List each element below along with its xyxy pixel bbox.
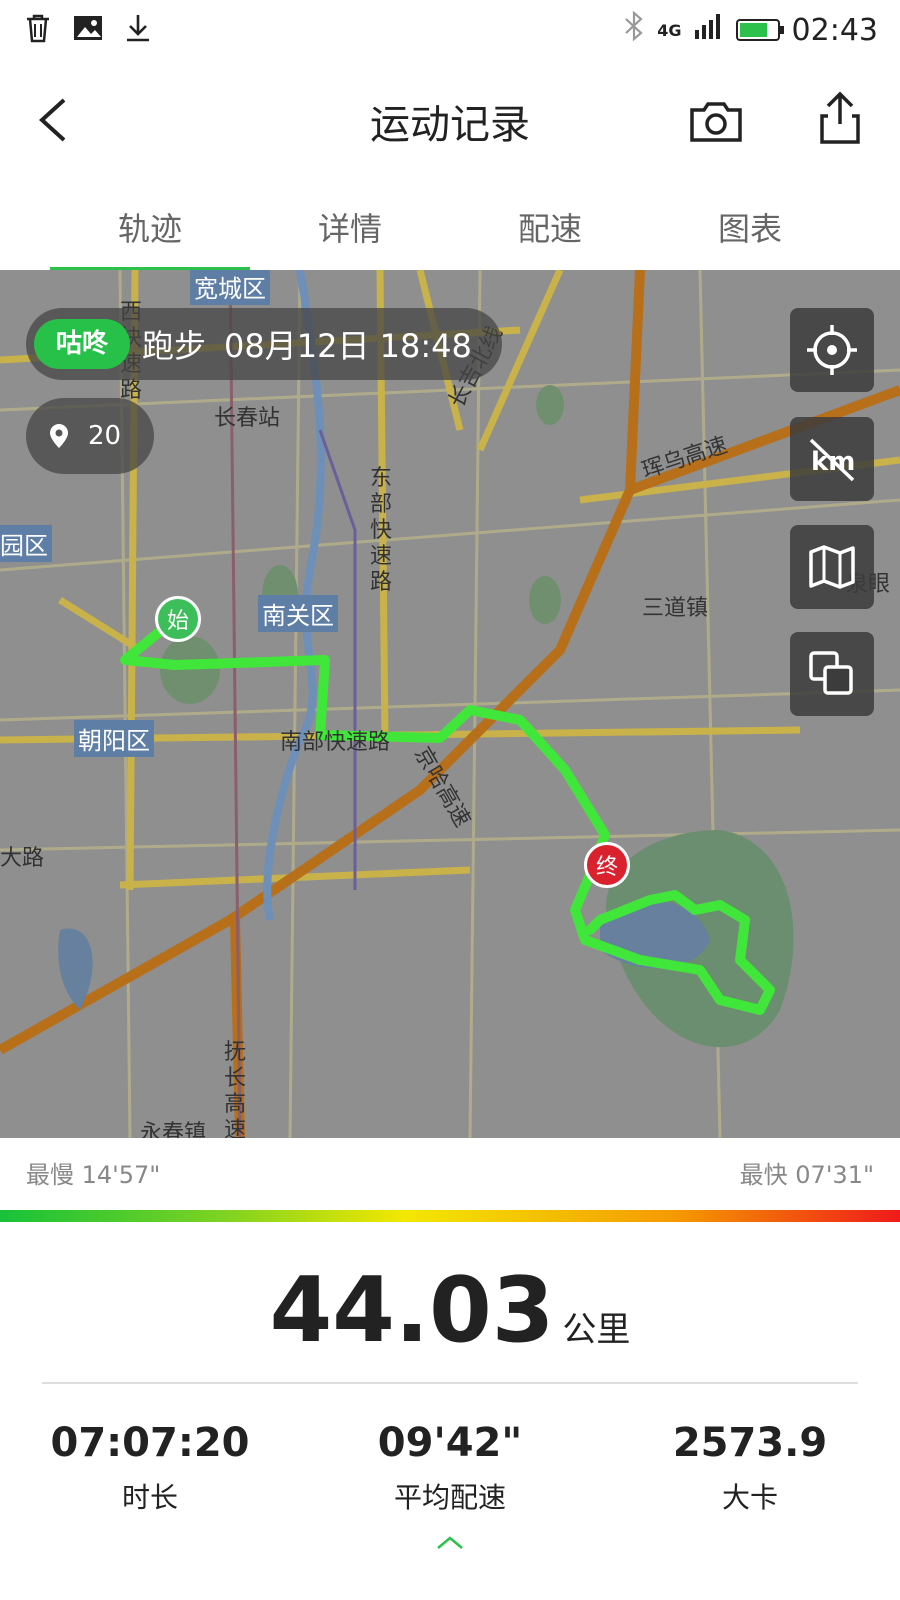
- page-title: 运动记录: [370, 102, 530, 148]
- layers-button[interactable]: [790, 632, 874, 716]
- distance-unit: 公里: [562, 1310, 631, 1350]
- distance-value: 44.03: [269, 1258, 555, 1363]
- app-badge: 咕咚: [34, 319, 131, 369]
- activity-datetime: 08月12日 18:48: [224, 327, 472, 365]
- tab-bar: 轨迹 详情 配速 图表: [0, 190, 900, 270]
- stat-calories: 2573.9 大卡: [600, 1420, 900, 1516]
- distance-summary: 44.03 公里: [0, 1258, 900, 1363]
- map-label-yongchun: 永春镇: [140, 1121, 207, 1138]
- title-bar: 运动记录: [0, 70, 900, 170]
- location-pin-icon: [50, 424, 68, 448]
- km-off-icon: km: [809, 438, 855, 482]
- pace-gradient-bar: [0, 1210, 900, 1222]
- calories-label: 大卡: [721, 1481, 778, 1514]
- map-label-changchun-station: 长春站: [214, 406, 281, 431]
- stat-duration: 07:07:20 时长: [0, 1420, 300, 1516]
- chevron-up-icon: [437, 1536, 463, 1549]
- image-icon: [72, 14, 104, 46]
- map-label-kuancheng: 宽城区: [190, 270, 270, 305]
- trash-icon: [24, 13, 52, 47]
- crosshair-icon: [807, 325, 857, 375]
- map-label-nanbu-kuaisu: 南部快速路: [280, 730, 391, 755]
- divider: [42, 1382, 858, 1384]
- back-arrow-icon: [39, 98, 66, 142]
- tab-pace[interactable]: 配速: [450, 190, 650, 270]
- battery-icon: [735, 19, 784, 41]
- share-button[interactable]: [810, 88, 870, 148]
- tab-charts[interactable]: 图表: [650, 190, 850, 270]
- activity-type: 跑步: [142, 327, 207, 365]
- end-marker[interactable]: 终: [584, 842, 630, 888]
- tab-track[interactable]: 轨迹: [50, 190, 250, 270]
- avg-pace-value: 09'42": [377, 1420, 523, 1466]
- stat-avg-pace: 09'42" 平均配速: [300, 1420, 600, 1516]
- bluetooth-icon: [623, 10, 645, 50]
- photo-count: 20: [88, 421, 122, 451]
- back-button[interactable]: [30, 90, 90, 150]
- clock: 02:43: [791, 12, 878, 48]
- map-label-chaoyang: 朝阳区: [74, 720, 154, 757]
- camera-icon: [690, 102, 742, 142]
- expand-button[interactable]: [430, 1530, 470, 1554]
- network-type: 4G: [657, 20, 682, 40]
- map-label-dongbu-kuaisu: 东部快速路: [370, 466, 393, 595]
- duration-value: 07:07:20: [50, 1420, 250, 1466]
- layers-icon: [809, 651, 853, 695]
- map-label-sandao: 三道镇: [642, 596, 709, 621]
- map-icon: [809, 545, 855, 589]
- avg-pace-label: 平均配速: [393, 1481, 506, 1514]
- km-markers-toggle[interactable]: km: [790, 417, 874, 501]
- map-label-dalu: 大路: [0, 846, 45, 871]
- slowest-pace: 最慢 14'57": [26, 1161, 161, 1189]
- tab-details[interactable]: 详情: [250, 190, 450, 270]
- map-label-luyuan: 绿园区: [0, 525, 52, 562]
- calories-value: 2573.9: [672, 1420, 828, 1466]
- map-style-button[interactable]: [790, 525, 874, 609]
- download-icon: [124, 13, 152, 47]
- start-marker[interactable]: 始: [155, 596, 201, 642]
- fastest-pace: 最快 07'31": [739, 1161, 874, 1189]
- activity-badge: 咕咚 跑步 08月12日 18:48: [26, 308, 502, 380]
- map-label-nanguan: 南关区: [258, 595, 338, 632]
- pace-legend: 最慢 14'57" 最快 07'31": [0, 1155, 900, 1195]
- locate-button[interactable]: [790, 308, 874, 392]
- share-icon: [820, 91, 860, 144]
- map-label-fuchang-gaosu: 抚长高速: [224, 1040, 247, 1138]
- camera-button[interactable]: [686, 92, 746, 152]
- route-map[interactable]: 宽城区 南关区 朝阳区 绿园区 长春站 西快速路 东部快速路 南部快速路 珲乌高…: [0, 270, 900, 1138]
- stats-row: 07:07:20 时长 09'42" 平均配速 2573.9 大卡: [0, 1420, 900, 1516]
- duration-label: 时长: [121, 1481, 178, 1514]
- signal-icon: [694, 12, 724, 48]
- status-bar: 4G 02:43: [0, 0, 900, 60]
- photo-location-button[interactable]: 20: [26, 398, 154, 474]
